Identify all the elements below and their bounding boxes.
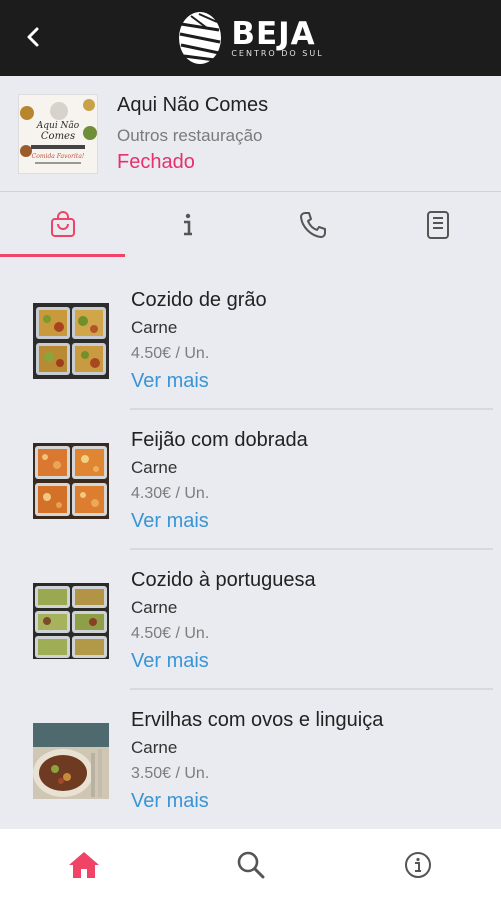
product-image (33, 303, 109, 379)
see-more-link[interactable]: Ver mais (131, 650, 209, 673)
product-list: Cozido de grão Carne 4.50€ / Un. Ver mai… (0, 270, 501, 830)
tab-products[interactable] (0, 192, 126, 257)
chevron-left-icon (27, 27, 39, 47)
product-category: Carne (131, 738, 178, 757)
see-more-link[interactable]: Ver mais (131, 510, 209, 533)
tab-phone[interactable] (251, 192, 376, 257)
nav-search[interactable] (167, 829, 334, 900)
svg-text:Comida Favorita!: Comida Favorita! (32, 153, 85, 160)
bottom-navigation (0, 829, 501, 900)
product-category: Carne (131, 318, 178, 337)
product-price: 4.50€ / Un. (131, 625, 210, 642)
see-more-link[interactable]: Ver mais (131, 370, 209, 393)
nav-info[interactable] (334, 829, 501, 900)
product-title: Feijão com dobrada (131, 429, 308, 451)
product-image (33, 723, 109, 799)
store-tabs (0, 192, 501, 257)
document-icon (427, 210, 450, 239)
svg-text:Comes: Comes (41, 131, 75, 142)
product-category: Carne (131, 458, 178, 477)
tab-documents[interactable] (376, 192, 501, 257)
product-title: Cozido à portuguesa (131, 569, 316, 591)
store-category: Outros restauração (117, 126, 263, 145)
info-circle-icon (404, 851, 431, 878)
store-status: Fechado (117, 151, 195, 173)
tab-info[interactable] (125, 192, 250, 257)
list-item[interactable]: Cozido à portuguesa Carne 4.50€ / Un. Ve… (0, 550, 501, 690)
list-item[interactable]: Ervilhas com ovos e linguiça Carne 3.50€… (0, 690, 501, 830)
info-icon (183, 213, 192, 235)
logo-subtitle: CENTRO DO SUL (231, 49, 324, 58)
store-logo-image: Aqui Não Comes Comida Favorita! (18, 94, 98, 174)
logo-mark-icon (179, 12, 222, 64)
nav-home[interactable] (0, 829, 167, 900)
svg-text:Aqui Não: Aqui Não (36, 120, 80, 131)
product-image (33, 443, 109, 519)
app-logo: BEJA CENTRO DO SUL (177, 10, 323, 66)
product-category: Carne (131, 598, 178, 617)
product-image (33, 583, 109, 659)
back-button[interactable] (18, 22, 48, 52)
phone-icon (300, 211, 327, 238)
logo-title: BEJA (231, 16, 316, 52)
list-item[interactable]: Cozido de grão Carne 4.50€ / Un. Ver mai… (0, 270, 501, 410)
home-icon (68, 851, 99, 878)
shopping-bag-icon (50, 210, 75, 237)
product-title: Cozido de grão (131, 289, 267, 311)
product-title: Ervilhas com ovos e linguiça (131, 709, 384, 731)
product-price: 4.30€ / Un. (131, 485, 210, 502)
see-more-link[interactable]: Ver mais (131, 790, 209, 813)
product-price: 3.50€ / Un. (131, 765, 210, 782)
search-icon (237, 851, 264, 878)
product-price: 4.50€ / Un. (131, 345, 210, 362)
top-bar: BEJA CENTRO DO SUL (0, 0, 501, 76)
store-header: Aqui Não Comes Comida Favorita! Aqui Não… (0, 76, 501, 192)
list-item[interactable]: Feijão com dobrada Carne 4.30€ / Un. Ver… (0, 410, 501, 550)
store-name: Aqui Não Comes (117, 94, 269, 116)
